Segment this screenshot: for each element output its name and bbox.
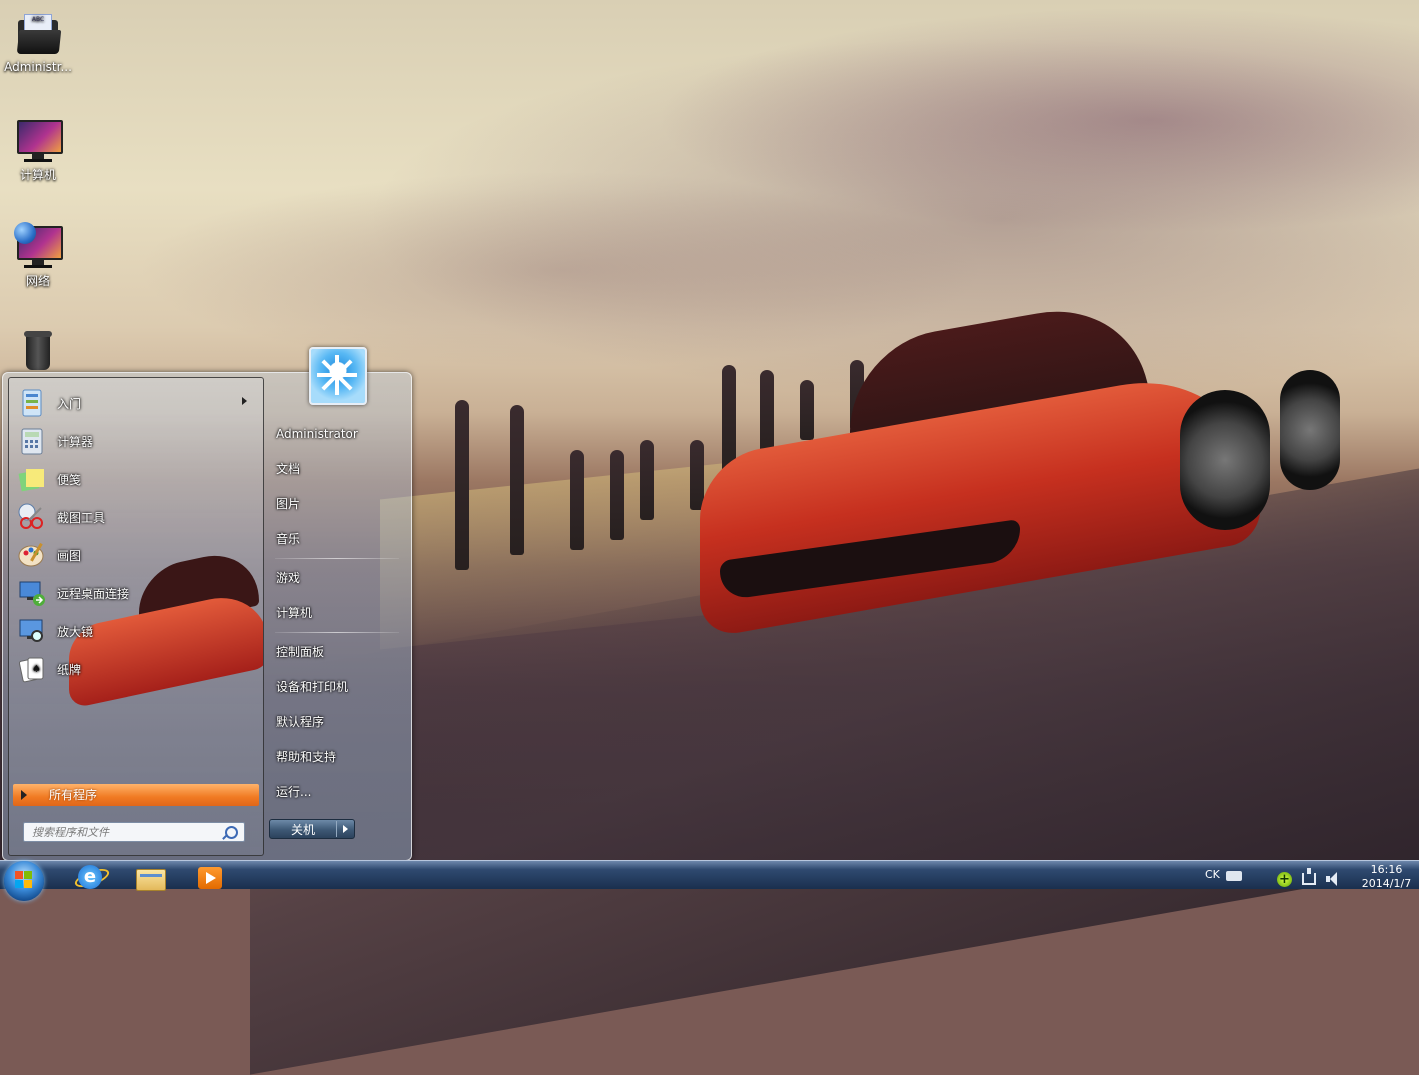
program-item-snipping-tool[interactable]: 截图工具 [11,498,261,536]
wallpaper-tree [640,440,654,520]
desktop-icon-recycle-bin[interactable] [0,328,76,378]
program-item-label: 计算器 [57,434,94,449]
program-item-label: 远程桌面连接 [57,586,130,601]
shutdown-button[interactable]: 关机 [269,819,355,839]
shutdown-options-arrow-icon[interactable] [343,825,348,833]
program-item-solitaire[interactable]: ♠ 纸牌 [11,650,261,688]
place-music[interactable]: 音乐 [269,522,405,557]
desktop-icon-label: 计算机 [19,168,56,182]
all-programs-button[interactable]: 所有程序 [13,784,259,806]
desktop-icon-computer[interactable]: 计算机 [0,116,76,183]
program-item-label: 入门 [57,396,82,411]
program-item-calculator[interactable]: 计算器 [11,422,261,460]
recycle-bin-icon [14,328,62,376]
place-default-programs[interactable]: 默认程序 [269,705,405,740]
desktop-icon-network[interactable]: 网络 [0,222,76,289]
calculator-icon [17,426,47,456]
desktop-icon-administrator[interactable]: ABC Administr... [0,10,76,74]
place-run[interactable]: 运行... [269,775,405,810]
svg-text:♠: ♠ [32,664,41,675]
place-games[interactable]: 游戏 [269,561,405,596]
all-programs-label: 所有程序 [49,788,98,802]
snipping-tool-icon [17,502,47,532]
program-item-label: 纸牌 [57,662,82,677]
search-icon[interactable] [225,826,238,839]
desktop-icon-label: Administr... [4,60,72,74]
taskbar: e CK + 16:16 2014/1/7 [0,860,1419,901]
expand-arrow-icon [21,790,27,800]
add-plus-icon[interactable]: + [1277,872,1292,887]
language-indicator[interactable]: CK [1205,861,1220,889]
start-menu-places: Administrator 文档 图片 音乐 游戏 计算机 控制面板 设备和打印… [269,417,405,810]
solitaire-icon: ♠ [17,654,47,684]
program-item-label: 画图 [57,548,82,563]
start-button[interactable] [4,861,44,901]
user-avatar[interactable] [309,347,367,405]
clock-time: 16:16 [1370,863,1403,876]
place-user-folder[interactable]: Administrator [269,417,405,452]
remote-desktop-icon [17,578,47,608]
network-tray-icon[interactable] [1302,868,1316,885]
program-item-label: 便笺 [57,472,82,487]
sticky-notes-icon [17,464,47,494]
shutdown-divider [336,821,337,837]
search-placeholder: 搜索程序和文件 [32,826,109,839]
search-input[interactable]: 搜索程序和文件 [23,822,245,842]
shutdown-label: 关机 [290,823,315,837]
magnifier-icon [17,616,47,646]
program-item-magnifier[interactable]: 放大镜 [11,612,261,650]
media-player-icon[interactable] [192,863,232,889]
paint-icon [17,540,47,570]
place-control-panel[interactable]: 控制面板 [269,635,405,670]
keyboard-icon[interactable] [1226,871,1242,881]
wallpaper-car [700,293,1340,640]
program-item-remote-desktop[interactable]: 远程桌面连接 [11,574,261,612]
menu-divider [275,632,399,633]
place-pictures[interactable]: 图片 [269,487,405,522]
program-item-label: 截图工具 [57,510,106,525]
place-computer[interactable]: 计算机 [269,596,405,631]
place-devices-printers[interactable]: 设备和打印机 [269,670,405,705]
wallpaper-tree [610,450,624,540]
place-documents[interactable]: 文档 [269,452,405,487]
wallpaper-tree [455,400,469,570]
program-item-label: 放大镜 [57,624,94,639]
internet-explorer-icon[interactable]: e [70,863,112,891]
submenu-arrow-icon [242,397,247,405]
volume-icon[interactable] [1326,872,1342,886]
program-list: 入门 计算器 便笺 截图工具 画图 远程桌面连接 放大镜 ♠ 纸牌 [11,384,261,688]
program-item-paint[interactable]: 画图 [11,536,261,574]
start-menu-programs-pane: 入门 计算器 便笺 截图工具 画图 远程桌面连接 放大镜 ♠ 纸牌 所有程序 搜… [8,377,264,856]
windows-explorer-icon[interactable] [130,863,170,891]
program-item-getting-started[interactable]: 入门 [11,384,261,422]
menu-divider [275,558,399,559]
windows-logo-icon [15,871,33,889]
system-clock[interactable]: 16:16 2014/1/7 [1354,863,1419,891]
place-help-support[interactable]: 帮助和支持 [269,740,405,775]
user-folder-icon: ABC [14,10,62,58]
clock-date: 2014/1/7 [1361,877,1412,890]
start-menu: 入门 计算器 便笺 截图工具 画图 远程桌面连接 放大镜 ♠ 纸牌 所有程序 搜… [2,347,412,861]
desktop-icon-label: 网络 [25,274,50,288]
network-icon [14,222,63,270]
program-item-sticky-notes[interactable]: 便笺 [11,460,261,498]
getting-started-icon [17,388,47,418]
wallpaper-tree [570,450,584,550]
computer-icon [14,116,63,164]
wallpaper-tree [510,405,524,555]
